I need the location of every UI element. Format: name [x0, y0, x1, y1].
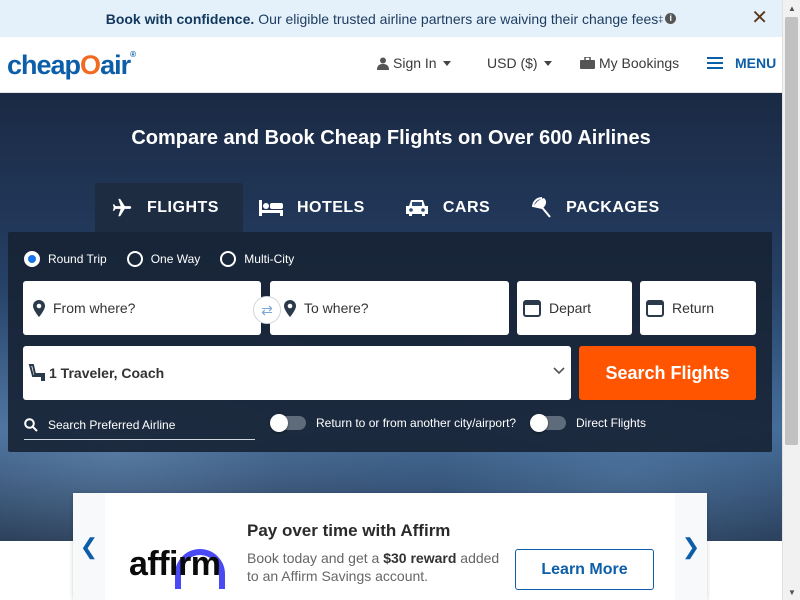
- from-placeholder: From where?: [53, 300, 136, 316]
- depart-date-input[interactable]: Depart: [517, 281, 632, 335]
- chevron-down-icon: [553, 367, 565, 375]
- calendar-icon: [523, 300, 541, 317]
- radio-button-selected[interactable]: [24, 251, 40, 267]
- car-icon: [405, 199, 429, 217]
- carousel-next-button[interactable]: ❯: [675, 493, 707, 600]
- to-where-input[interactable]: To where?: [270, 281, 509, 335]
- promo-title: Pay over time with Affirm: [247, 521, 451, 540]
- search-flights-button[interactable]: Search Flights: [579, 346, 756, 400]
- return-date-input[interactable]: Return: [640, 281, 756, 335]
- seat-icon: [28, 364, 45, 381]
- flight-search-panel: Round Trip One Way Multi-City From where…: [8, 232, 772, 452]
- preferred-airline-input[interactable]: Search Preferred Airline: [24, 410, 255, 440]
- hero-section: Compare and Book Cheap Flights on Over 6…: [0, 93, 782, 541]
- radio-button[interactable]: [220, 251, 237, 267]
- affirm-promo-card: ❮ affirm Pay over time with Affirm Book …: [73, 493, 707, 600]
- carousel-prev-button[interactable]: ❮: [73, 493, 105, 600]
- info-icon[interactable]: i: [665, 13, 677, 24]
- tab-label: CARS: [442, 199, 491, 216]
- radio-multi-city[interactable]: Multi-City: [220, 251, 294, 267]
- banner-footnote-mark: ‡: [658, 13, 664, 24]
- product-tabs: FLIGHTS HOTELS CARS PACKAGES: [95, 183, 678, 233]
- return-other-city-label: Return to or from another city/airport?: [316, 416, 517, 430]
- tab-label: FLIGHTS: [147, 199, 219, 216]
- travelers-value: 1 Traveler, Coach: [49, 365, 165, 381]
- page-scrollbar[interactable]: ▲ ▼: [782, 0, 800, 600]
- menu-label: MENU: [735, 55, 777, 71]
- tab-packages[interactable]: PACKAGES: [508, 183, 678, 233]
- menu-button[interactable]: MENU: [707, 55, 776, 71]
- beach-umbrella-icon: [530, 197, 552, 219]
- learn-more-button[interactable]: Learn More: [515, 549, 654, 590]
- scroll-up-arrow-icon[interactable]: ▲: [783, 0, 800, 16]
- direct-flights-toggle[interactable]: [530, 414, 566, 432]
- user-icon: [377, 57, 389, 70]
- scroll-down-arrow-icon[interactable]: ▼: [783, 584, 800, 600]
- chevron-down-icon: [442, 60, 451, 66]
- bed-icon: [258, 200, 283, 216]
- banner-bold-text: Book with confidence.: [105, 10, 255, 27]
- from-where-input[interactable]: From where?: [23, 281, 261, 335]
- site-header: cheapOair® Sign In USD ($) My Bookings M…: [0, 37, 782, 93]
- search-icon: [24, 417, 38, 432]
- currency-label: USD ($): [487, 55, 538, 71]
- cheapoair-logo[interactable]: cheapOair®: [7, 50, 136, 81]
- depart-label: Depart: [549, 300, 592, 316]
- radio-label: Round Trip: [48, 252, 107, 266]
- sign-in-label: Sign In: [393, 55, 437, 71]
- direct-flights-option[interactable]: Direct Flights: [530, 414, 647, 432]
- travelers-selector[interactable]: 1 Traveler, Coach: [23, 346, 571, 400]
- my-bookings-label: My Bookings: [599, 55, 680, 71]
- currency-selector[interactable]: USD ($): [487, 55, 552, 71]
- tab-label: HOTELS: [296, 199, 365, 216]
- calendar-icon: [646, 300, 664, 317]
- affirm-logo: affirm: [129, 545, 221, 583]
- radio-button[interactable]: [126, 251, 143, 267]
- briefcase-icon: [580, 57, 595, 69]
- tab-cars[interactable]: CARS: [383, 183, 508, 233]
- trip-type-options: Round Trip One Way Multi-City: [24, 251, 294, 267]
- return-label: Return: [672, 300, 715, 316]
- chevron-down-icon: [543, 60, 552, 66]
- sign-in-link[interactable]: Sign In: [377, 55, 451, 71]
- return-other-city-toggle[interactable]: [270, 414, 306, 432]
- radio-label: One Way: [150, 252, 201, 266]
- promo-description: Book today and get a $30 reward added to…: [247, 550, 500, 584]
- plane-icon: [111, 197, 133, 219]
- scrollbar-thumb[interactable]: [785, 17, 798, 445]
- hero-title: Compare and Book Cheap Flights on Over 6…: [131, 127, 651, 149]
- airline-placeholder: Search Preferred Airline: [48, 417, 176, 432]
- tab-hotels[interactable]: HOTELS: [243, 183, 383, 233]
- radio-label: Multi-City: [244, 252, 295, 266]
- to-placeholder: To where?: [304, 300, 369, 316]
- my-bookings-link[interactable]: My Bookings: [580, 55, 679, 71]
- tab-label: PACKAGES: [566, 199, 660, 216]
- announcement-banner: Book with confidence. Our eligible trust…: [0, 0, 782, 37]
- radio-round-trip[interactable]: Round Trip: [24, 251, 107, 267]
- direct-flights-label: Direct Flights: [576, 416, 647, 430]
- close-icon[interactable]: ✕: [751, 8, 768, 28]
- hamburger-icon: [707, 57, 723, 69]
- swap-airports-icon[interactable]: ⇄: [253, 296, 281, 324]
- map-pin-icon: [284, 299, 296, 317]
- radio-one-way[interactable]: One Way: [126, 251, 201, 267]
- map-pin-icon: [33, 299, 45, 317]
- return-other-city-option[interactable]: Return to or from another city/airport?: [270, 414, 517, 432]
- tab-flights[interactable]: FLIGHTS: [95, 183, 243, 233]
- banner-text: Our eligible trusted airline partners ar…: [258, 10, 659, 27]
